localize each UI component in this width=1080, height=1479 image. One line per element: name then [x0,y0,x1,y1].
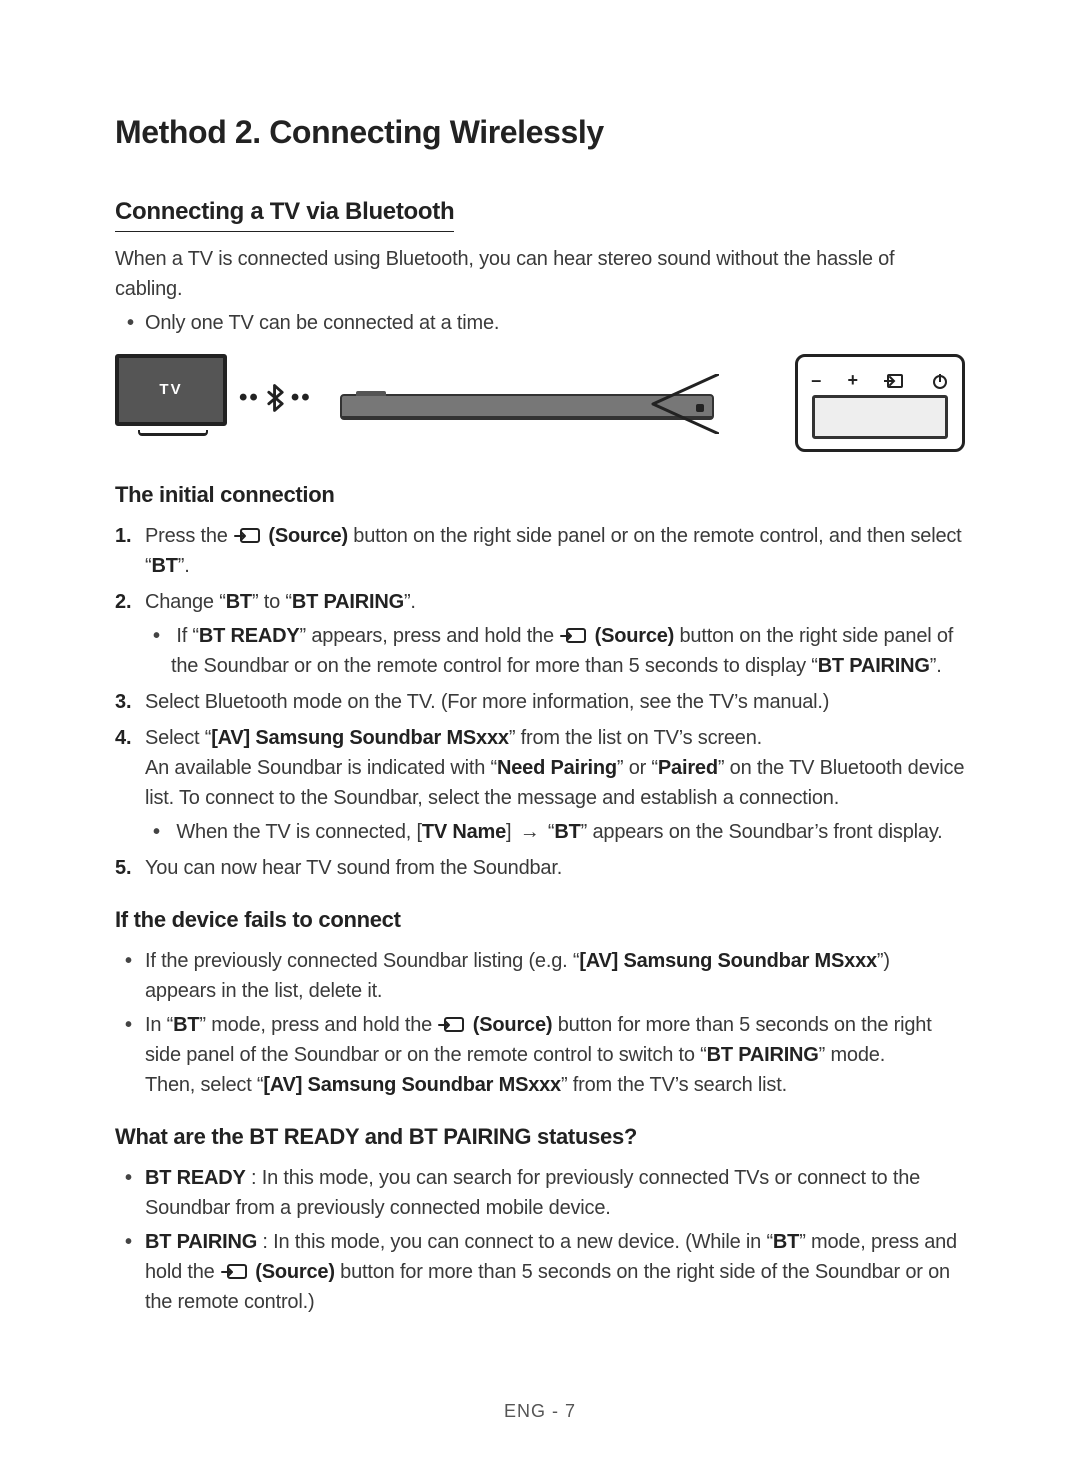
step-4-sub: When the TV is connected, [TV Name] → “B… [171,817,965,847]
panel-source-icon [884,372,904,390]
step-5: You can now hear TV sound from the Sound… [115,853,965,883]
diagram-tv: TV [115,354,230,449]
diagram-side-panel: – + [719,354,965,454]
diagram-tv-label: TV [115,354,227,426]
heading-fails-to-connect: If the device fails to connect [115,903,965,936]
fails-bullet-1: If the previously connected Soundbar lis… [145,946,965,1006]
note-one-tv: Only one TV can be connected at a time. [145,308,965,338]
page-title: Method 2. Connecting Wirelessly [115,108,965,156]
arrow-right-icon: → [520,817,540,847]
source-icon [220,1262,250,1282]
source-icon [437,1015,467,1035]
fails-bullet-2: In “BT” mode, press and hold the (Source… [145,1010,965,1100]
panel-vol-up-icon: + [848,367,858,394]
step-1: Press the (Source) button on the right s… [115,521,965,581]
status-bt-ready: BT READY : In this mode, you can search … [145,1163,965,1223]
source-icon [559,626,589,646]
step-4: Select “[AV] Samsung Soundbar MSxxx” fro… [115,723,965,847]
source-icon [233,526,263,546]
page-footer: ENG - 7 [0,1398,1080,1425]
bluetooth-icon: •• •• [239,380,312,416]
status-bt-pairing: BT PAIRING : In this mode, you can conne… [145,1227,965,1317]
step-3: Select Bluetooth mode on the TV. (For mo… [115,687,965,717]
step-2: Change “BT” to “BT PAIRING”. If “BT READ… [115,587,965,681]
heading-statuses: What are the BT READY and BT PAIRING sta… [115,1120,965,1153]
heading-initial-connection: The initial connection [115,478,965,511]
connection-diagram: TV •• •• – + [115,354,965,454]
step-2-sub: If “BT READY” appears, press and hold th… [171,621,965,681]
section-heading-bluetooth: Connecting a TV via Bluetooth [115,194,454,232]
panel-vol-down-icon: – [811,367,821,394]
panel-power-icon [931,372,949,390]
section-intro: When a TV is connected using Bluetooth, … [115,244,965,304]
